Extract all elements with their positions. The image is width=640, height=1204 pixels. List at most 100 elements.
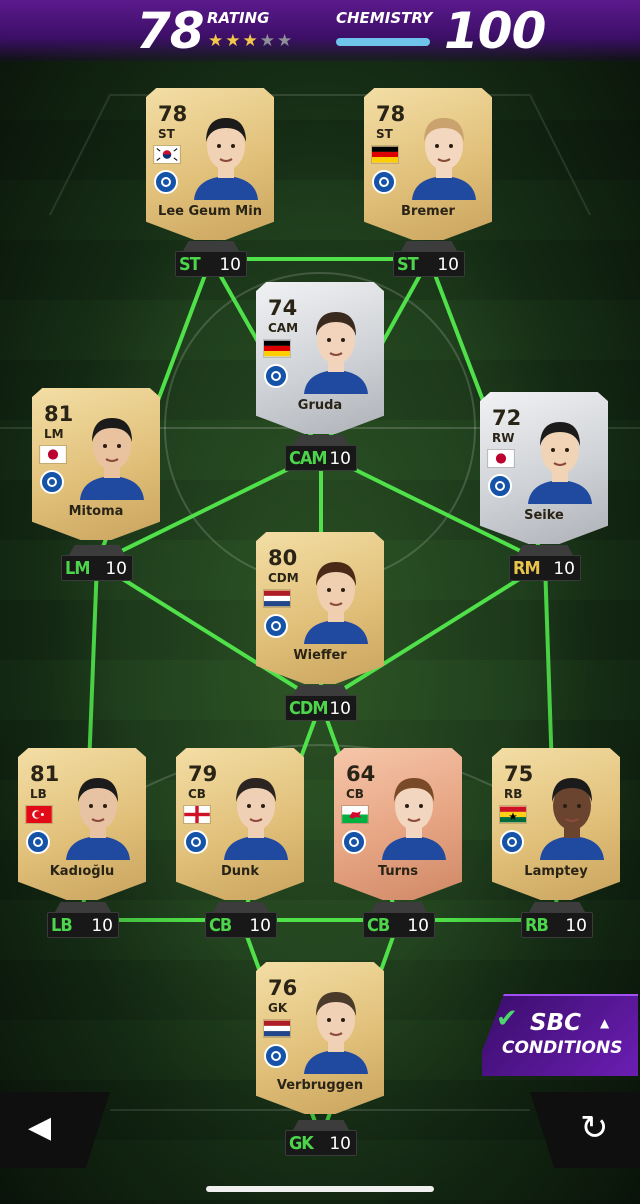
sbc-title: SBC bbox=[530, 1010, 581, 1036]
slot-position: CB bbox=[209, 915, 232, 936]
south-korea-flag-icon bbox=[154, 146, 180, 163]
club-crest-icon bbox=[154, 170, 178, 194]
star-icon: ★ bbox=[242, 31, 260, 51]
slot-chemistry: 10 bbox=[437, 255, 459, 275]
player-card[interactable]: 81 LM Mitoma bbox=[32, 388, 160, 540]
player-portrait bbox=[528, 422, 592, 504]
player-rating: 81 bbox=[44, 402, 74, 426]
player-position: ST bbox=[158, 127, 175, 141]
slot-chemistry: 10 bbox=[407, 916, 429, 936]
slot-position: ST bbox=[179, 254, 201, 275]
player-name: Verbruggen bbox=[276, 1078, 364, 1093]
slot-chemistry: 10 bbox=[329, 449, 351, 469]
player-name: Wieffer bbox=[293, 648, 347, 663]
slot-chemistry: 10 bbox=[105, 559, 127, 579]
player-position: GK bbox=[268, 1001, 288, 1015]
position-chemistry-badge: ST 10 bbox=[175, 241, 247, 277]
club-crest-icon bbox=[488, 474, 512, 498]
check-icon: ✔ bbox=[496, 1004, 518, 1034]
club-crest-icon bbox=[264, 364, 288, 388]
club-crest-icon bbox=[372, 170, 396, 194]
player-rating: 74 bbox=[268, 296, 298, 320]
chemistry-bar bbox=[336, 38, 430, 46]
player-portrait bbox=[194, 118, 258, 200]
player-name: Seike bbox=[524, 508, 564, 523]
player-portrait bbox=[412, 118, 476, 200]
chemistry-value: 100 bbox=[444, 2, 546, 60]
player-card[interactable]: 74 CAM Gruda bbox=[256, 282, 384, 434]
star-icon: ★ bbox=[277, 31, 295, 51]
player-portrait bbox=[224, 778, 288, 860]
player-card[interactable]: 76 GK Verbruggen bbox=[256, 962, 384, 1114]
player-portrait bbox=[66, 778, 130, 860]
player-rating: 72 bbox=[492, 406, 522, 430]
player-position: LM bbox=[44, 427, 64, 441]
player-name: Lee Geum Min bbox=[158, 204, 262, 219]
position-chemistry-badge: CB 10 bbox=[363, 902, 435, 938]
player-position: RB bbox=[504, 787, 523, 801]
rating-label: RATING bbox=[207, 9, 270, 27]
slot-position: CDM bbox=[289, 698, 328, 719]
position-chemistry-badge: CDM 10 bbox=[285, 685, 357, 721]
player-position: CB bbox=[188, 787, 206, 801]
player-position: LB bbox=[30, 787, 47, 801]
slot-chemistry: 10 bbox=[329, 1134, 351, 1154]
position-chemistry-badge: LB 10 bbox=[47, 902, 119, 938]
germany-flag-icon bbox=[372, 146, 398, 163]
slot-position: LM bbox=[65, 558, 90, 579]
player-position: CDM bbox=[268, 571, 299, 585]
slot-position: CB bbox=[367, 915, 390, 936]
sbc-conditions-button[interactable]: ✔ SBC ▲ CONDITIONS bbox=[482, 994, 638, 1076]
player-rating: 64 bbox=[346, 762, 376, 786]
player-name: Kadıoğlu bbox=[49, 864, 115, 879]
player-name: Gruda bbox=[297, 398, 343, 413]
player-card[interactable]: 81 LB Kadıoğlu bbox=[18, 748, 146, 900]
chemistry-label: CHEMISTRY bbox=[336, 9, 433, 27]
slot-position: LB bbox=[51, 915, 73, 936]
ghana-flag-icon bbox=[500, 806, 526, 823]
star-icon: ★ bbox=[259, 31, 277, 51]
slot-chemistry: 10 bbox=[329, 699, 351, 719]
player-position: RW bbox=[492, 431, 515, 445]
germany-flag-icon bbox=[264, 340, 290, 357]
player-name: Lamptey bbox=[524, 864, 588, 879]
player-rating: 79 bbox=[188, 762, 218, 786]
player-portrait bbox=[80, 418, 144, 500]
player-card[interactable]: 78 ST Lee Geum Min bbox=[146, 88, 274, 240]
player-card[interactable]: 75 RB Lamptey bbox=[492, 748, 620, 900]
player-card[interactable]: 64 CB Turns bbox=[334, 748, 462, 900]
squad-header: 78 RATING ★★★★★ CHEMISTRY 100 bbox=[0, 0, 640, 62]
position-chemistry-badge: GK 10 bbox=[285, 1120, 357, 1156]
slot-position: CAM bbox=[289, 448, 328, 469]
player-card[interactable]: 79 CB Dunk bbox=[176, 748, 304, 900]
japan-flag-icon bbox=[40, 446, 66, 463]
netherlands-flag-icon bbox=[264, 1020, 290, 1037]
player-card[interactable]: 72 RW Seike bbox=[480, 392, 608, 544]
turkey-flag-icon bbox=[26, 806, 52, 823]
player-portrait bbox=[304, 312, 368, 394]
slot-chemistry: 10 bbox=[249, 916, 271, 936]
player-portrait bbox=[304, 992, 368, 1074]
wales-flag-icon bbox=[342, 806, 368, 823]
player-portrait bbox=[382, 778, 446, 860]
position-chemistry-badge: LM 10 bbox=[61, 545, 133, 581]
rating-stars: ★★★★★ bbox=[208, 31, 294, 51]
player-rating: 81 bbox=[30, 762, 60, 786]
player-card[interactable]: 80 CDM Wieffer bbox=[256, 532, 384, 684]
club-crest-icon bbox=[342, 830, 366, 854]
star-icon: ★ bbox=[208, 31, 226, 51]
position-chemistry-badge: RB 10 bbox=[521, 902, 593, 938]
club-crest-icon bbox=[184, 830, 208, 854]
player-card[interactable]: 78 ST Bremer bbox=[364, 88, 492, 240]
slot-chemistry: 10 bbox=[553, 559, 575, 579]
star-icon: ★ bbox=[225, 31, 243, 51]
team-rating-value: 78 bbox=[136, 2, 205, 60]
sbc-subtitle: CONDITIONS bbox=[502, 1038, 623, 1058]
player-portrait bbox=[304, 562, 368, 644]
club-crest-icon bbox=[264, 1044, 288, 1068]
england-flag-icon bbox=[184, 806, 210, 823]
slot-chemistry: 10 bbox=[565, 916, 587, 936]
slot-position: RM bbox=[513, 558, 541, 579]
slot-chemistry: 10 bbox=[219, 255, 241, 275]
position-chemistry-badge: ST 10 bbox=[393, 241, 465, 277]
